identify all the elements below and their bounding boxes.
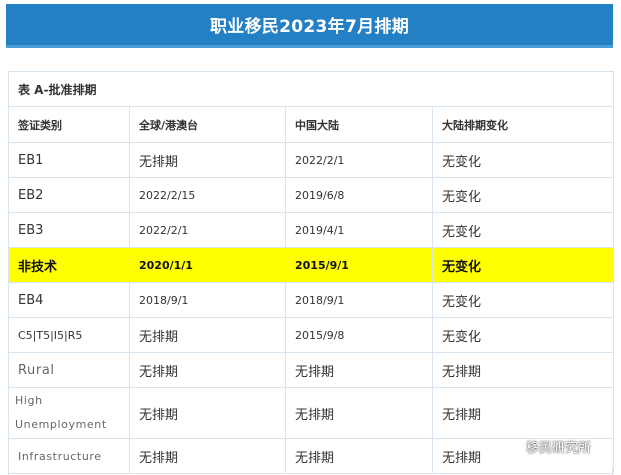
table-cell: 无排期 <box>129 317 286 353</box>
table-caption: 表 A-批准排期 <box>7 71 615 107</box>
table-cell: 无变化 <box>431 212 615 248</box>
table-cell: 无变化 <box>431 177 615 213</box>
column-header: 签证类别 <box>8 106 130 143</box>
table-cell: 2018/9/1 <box>285 282 433 318</box>
table-header-row: 签证类别 全球/港澳台 中国大陆 大陆排期变化 <box>8 106 615 143</box>
page-title: 职业移民2023年7月排期 <box>209 17 410 37</box>
table-caption-row: 表 A-批准排期 <box>7 71 615 107</box>
table-cell: EB2 <box>8 177 130 213</box>
table-cell: 2015/9/1 <box>285 247 433 283</box>
table-row: EB4 2018/9/1 2018/9/1 无变化 <box>8 282 615 318</box>
priority-dates-table: 表 A-批准排期 签证类别 全球/港澳台 中国大陆 大陆排期变化 EB1 无排期… <box>7 71 615 474</box>
table-cell: 2022/2/1 <box>285 142 433 178</box>
title-banner: 职业移民2023年7月排期 <box>6 4 613 48</box>
table-cell: C5|T5|I5|R5 <box>8 317 130 353</box>
column-header: 中国大陆 <box>285 106 433 143</box>
table-cell: 无变化 <box>431 142 615 178</box>
table-cell: 2022/2/15 <box>129 177 286 213</box>
table-cell: High Unemployment <box>8 387 130 439</box>
table-cell: 无排期 <box>129 387 286 439</box>
table-cell: 2019/6/8 <box>285 177 433 213</box>
table-cell: 非技术 <box>8 247 130 283</box>
watermark-text: 移民研究所 <box>526 441 592 456</box>
table-cell: 无排期 <box>431 387 615 439</box>
table-cell: 无排期 <box>129 142 286 178</box>
table-row: EB2 2022/2/15 2019/6/8 无变化 <box>8 177 615 213</box>
table-cell: 无排期 <box>285 352 433 388</box>
table-row: C5|T5|I5|R5 无排期 2015/9/8 无变化 <box>8 317 615 353</box>
table-cell: 2022/2/1 <box>129 212 286 248</box>
table-cell: 2018/9/1 <box>129 282 286 318</box>
table-cell: 无变化 <box>431 282 615 318</box>
column-header: 全球/港澳台 <box>129 106 286 143</box>
table-row: EB1 无排期 2022/2/1 无变化 <box>8 142 615 178</box>
table-cell: 无排期 <box>129 352 286 388</box>
table-cell: Rural <box>8 352 130 388</box>
wechat-icon <box>500 439 520 454</box>
watermark: 移民研究所 <box>500 437 591 456</box>
table-cell: EB3 <box>8 212 130 248</box>
table-row: Rural 无排期 无排期 无排期 <box>8 352 615 388</box>
table-row: EB3 2022/2/1 2019/4/1 无变化 <box>8 212 615 248</box>
table-cell: EB4 <box>8 282 130 318</box>
table-cell: 无排期 <box>431 352 615 388</box>
table-row-highlighted: 非技术 2020/1/1 2015/9/1 无变化 <box>8 247 615 283</box>
column-header: 大陆排期变化 <box>431 106 615 143</box>
table-cell: 无变化 <box>431 317 615 353</box>
table-cell: 2015/9/8 <box>285 317 433 353</box>
table-cell: 2020/1/1 <box>129 247 286 283</box>
table-row: High Unemployment 无排期 无排期 无排期 <box>8 387 615 439</box>
table-cell: 无排期 <box>285 387 433 439</box>
table-continuation <box>8 467 613 475</box>
table-cell: 2019/4/1 <box>285 212 433 248</box>
table-cell: 无变化 <box>431 247 615 283</box>
table-cell: EB1 <box>8 142 130 178</box>
